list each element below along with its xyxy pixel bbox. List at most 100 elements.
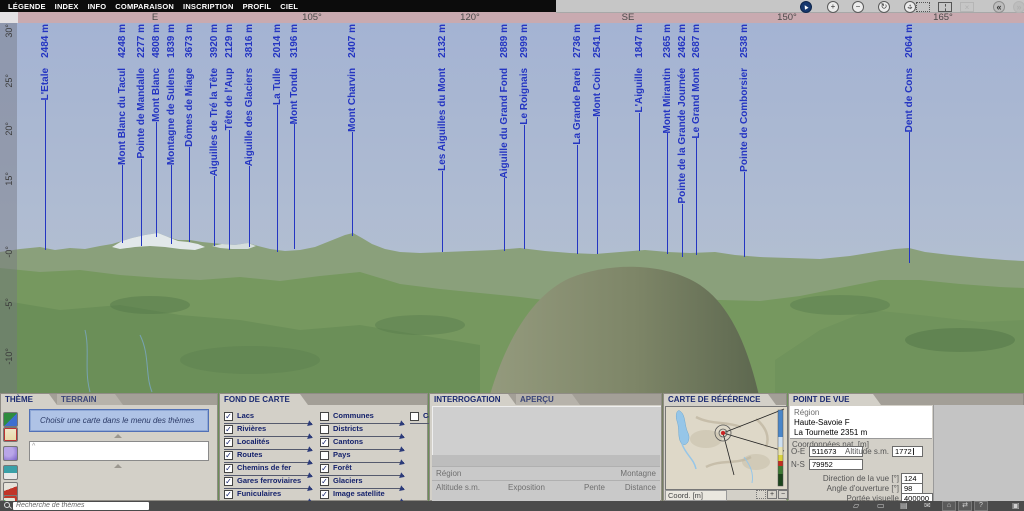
peak-marker-pointe-de-comborsier[interactable]: Pointe de Comborsier 2538 m xyxy=(736,24,752,257)
flag-icon[interactable] xyxy=(3,465,18,480)
map-theme-icon[interactable] xyxy=(3,412,18,427)
layer-toggle-localit-s[interactable]: ✓Localités xyxy=(224,437,312,450)
peak-label[interactable]: Mont Blanc du Tacul 4248 m xyxy=(115,24,130,165)
checkbox-lacs[interactable]: ✓ xyxy=(224,412,233,421)
peak-label[interactable]: Mont Blanc 4808 m xyxy=(149,24,164,122)
peak-marker-mont-blanc-du-tacul[interactable]: Mont Blanc du Tacul 4248 m xyxy=(114,24,130,243)
layer-toggle-rivi-res[interactable]: ✓Rivières xyxy=(224,424,312,437)
checkbox-communes[interactable] xyxy=(320,412,329,421)
theme-search-input[interactable]: Recherche de thèmes xyxy=(13,502,149,510)
mail-icon[interactable]: ✉ xyxy=(924,501,931,511)
layer-toggle-chemins-de-fer[interactable]: ✓Chemins de fer xyxy=(224,463,312,476)
ns-input[interactable]: 79952 xyxy=(809,459,863,470)
tab-theme[interactable]: THÈME xyxy=(1,394,57,405)
window-icon[interactable]: ▣ xyxy=(1012,501,1020,511)
close-view-icon[interactable]: × xyxy=(960,2,974,12)
peak-label[interactable]: Les Aiguilles du Mont 2132 m xyxy=(435,24,450,171)
layer-toggle-glaciers[interactable]: ✓Glaciers xyxy=(320,476,404,489)
peak-marker-la-grande-parei[interactable]: La Grande Parei 2736 m xyxy=(569,24,585,254)
peak-label[interactable]: Dômes de Miage 3673 m xyxy=(182,24,197,147)
peak-marker-mont-coin[interactable]: Mont Coin 2541 m xyxy=(589,24,605,254)
checkbox-glaciers[interactable]: ✓ xyxy=(320,477,329,486)
next-view-icon[interactable]: » xyxy=(1013,1,1024,13)
screen-icon[interactable]: ▭ xyxy=(877,501,885,511)
checkbox-carte-isol-e[interactable] xyxy=(410,412,419,421)
theme-picker-box[interactable]: Choisir une carte dans le menu des thème… xyxy=(29,409,209,432)
layer-toggle-communes[interactable]: Communes xyxy=(320,411,404,424)
print-icon[interactable]: ▤ xyxy=(900,501,908,511)
layer-toggle-gares-ferroviaires[interactable]: ✓Gares ferroviaires xyxy=(224,476,312,489)
zoom-in-icon[interactable]: + xyxy=(827,1,839,13)
checkbox-districts[interactable] xyxy=(320,425,329,434)
map-frame-button[interactable] xyxy=(756,490,766,499)
text-labels-icon[interactable] xyxy=(3,427,18,442)
checkbox-routes[interactable]: ✓ xyxy=(224,451,233,460)
tab-carte-de-reference[interactable]: CARTE DE RÉFÉRENCE xyxy=(664,394,776,405)
peak-label[interactable]: Pointe de Comborsier 2538 m xyxy=(737,24,752,172)
peak-label[interactable]: Aiguille du Grand Fond 2889 m xyxy=(497,24,512,178)
peak-marker-dent-de-cons[interactable]: Dent de Cons 2064 m xyxy=(901,24,917,263)
tab-point-de-vue[interactable]: POINT DE VUE xyxy=(789,394,881,405)
peak-label[interactable]: Mont Coin 2541 m xyxy=(590,24,605,117)
checkbox-gares-ferroviaires[interactable]: ✓ xyxy=(224,477,233,486)
help-icon[interactable]: ? xyxy=(974,501,988,511)
resize-handle-icon[interactable] xyxy=(114,434,122,438)
select-area-icon[interactable] xyxy=(916,2,930,12)
peak-marker-t-te-de-l-aup[interactable]: Tête de l'Aup 2129 m xyxy=(221,24,237,250)
home-icon[interactable]: ⌂ xyxy=(942,501,956,511)
peak-marker-l-aiguille[interactable]: L'Aiguille 1847 m xyxy=(631,24,647,251)
peak-marker-aiguille-des-glaciers[interactable]: Aiguille des Glaciers 3816 m xyxy=(241,24,257,247)
peak-marker-mont-charvin[interactable]: Mont Charvin 2407 m xyxy=(344,24,360,236)
peak-label[interactable]: Pointe de Mandalle 2277 m xyxy=(134,24,149,159)
peak-label[interactable]: Tête de l'Aup 2129 m xyxy=(222,24,237,130)
map-zoom-out-button[interactable]: − xyxy=(778,490,788,499)
peak-label[interactable]: Le Roignais 2999 m xyxy=(517,24,532,125)
peak-label[interactable]: Le Grand Mont 2687 m xyxy=(689,24,704,138)
checkbox-cantons[interactable]: ✓ xyxy=(320,438,329,447)
theme-select-box[interactable]: ^ xyxy=(29,441,209,461)
split-view-icon[interactable] xyxy=(938,2,952,12)
peak-marker-d-mes-de-miage[interactable]: Dômes de Miage 3673 m xyxy=(181,24,197,242)
rotate-view-icon[interactable]: ↻ xyxy=(878,1,890,13)
reference-map[interactable] xyxy=(665,406,788,490)
link-icon[interactable]: ⇄ xyxy=(958,501,972,511)
resize-handle-icon[interactable] xyxy=(114,464,122,468)
peak-label[interactable]: L'Etale 2484 m xyxy=(38,24,53,100)
peak-label[interactable]: Dent de Cons 2064 m xyxy=(902,24,917,132)
peak-label[interactable]: Mont Charvin 2407 m xyxy=(345,24,360,132)
checkbox-for-t[interactable]: ✓ xyxy=(320,464,329,473)
tab-interrogation[interactable]: INTERROGATION xyxy=(430,394,516,405)
checkbox-pays[interactable] xyxy=(320,451,329,460)
pan-view-icon[interactable]: ↔↕ xyxy=(904,1,916,13)
peak-label[interactable]: Montagne de Sulens 1839 m xyxy=(164,24,179,165)
altitude-input[interactable]: 1772 xyxy=(892,446,923,457)
peak-label[interactable]: Mont Mirantin 2365 m xyxy=(660,24,675,133)
peak-marker-la-tulle[interactable]: La Tulle 2014 m xyxy=(269,24,285,252)
layer-toggle-lacs[interactable]: ✓Lacs xyxy=(224,411,312,424)
tab-fond-de-carte[interactable]: FOND DE CARTE xyxy=(220,394,308,405)
peak-label[interactable]: Mont Tondu 3196 m xyxy=(287,24,302,124)
map-zoom-in-button[interactable]: + xyxy=(767,490,777,499)
previous-view-icon[interactable]: « xyxy=(993,1,1005,13)
peak-label[interactable]: La Grande Parei 2736 m xyxy=(570,24,585,145)
tab-terrain[interactable]: TERRAIN xyxy=(57,394,123,405)
peak-marker-l-etale[interactable]: L'Etale 2484 m xyxy=(37,24,53,250)
clouds-icon[interactable] xyxy=(3,446,18,461)
peak-marker-mont-blanc[interactable]: Mont Blanc 4808 m xyxy=(148,24,164,237)
peak-marker-les-aiguilles-du-mont[interactable]: Les Aiguilles du Mont 2132 m xyxy=(434,24,450,252)
layer-toggle-pays[interactable]: Pays xyxy=(320,450,404,463)
checkbox-rivi-res[interactable]: ✓ xyxy=(224,425,233,434)
layer-toggle-for-t[interactable]: ✓Forêt xyxy=(320,463,404,476)
checkbox-localit-s[interactable]: ✓ xyxy=(224,438,233,447)
peak-label[interactable]: La Tulle 2014 m xyxy=(270,24,285,105)
tab-apercu[interactable]: APERÇU xyxy=(516,394,580,405)
peak-marker-mont-mirantin[interactable]: Mont Mirantin 2365 m xyxy=(659,24,675,254)
peak-marker-montagne-de-sulens[interactable]: Montagne de Sulens 1839 m xyxy=(163,24,179,244)
zoom-out-icon[interactable]: − xyxy=(852,1,864,13)
checkbox-funiculaires[interactable]: ✓ xyxy=(224,490,233,499)
peak-marker-pointe-de-mandalle[interactable]: Pointe de Mandalle 2277 m xyxy=(133,24,149,246)
peak-label[interactable]: Aiguille des Glaciers 3816 m xyxy=(242,24,257,166)
layer-toggle-cantons[interactable]: ✓Cantons xyxy=(320,437,404,450)
peak-marker-le-grand-mont[interactable]: Le Grand Mont 2687 m xyxy=(688,24,704,255)
checkbox-image-satellite[interactable]: ✓ xyxy=(320,490,329,499)
